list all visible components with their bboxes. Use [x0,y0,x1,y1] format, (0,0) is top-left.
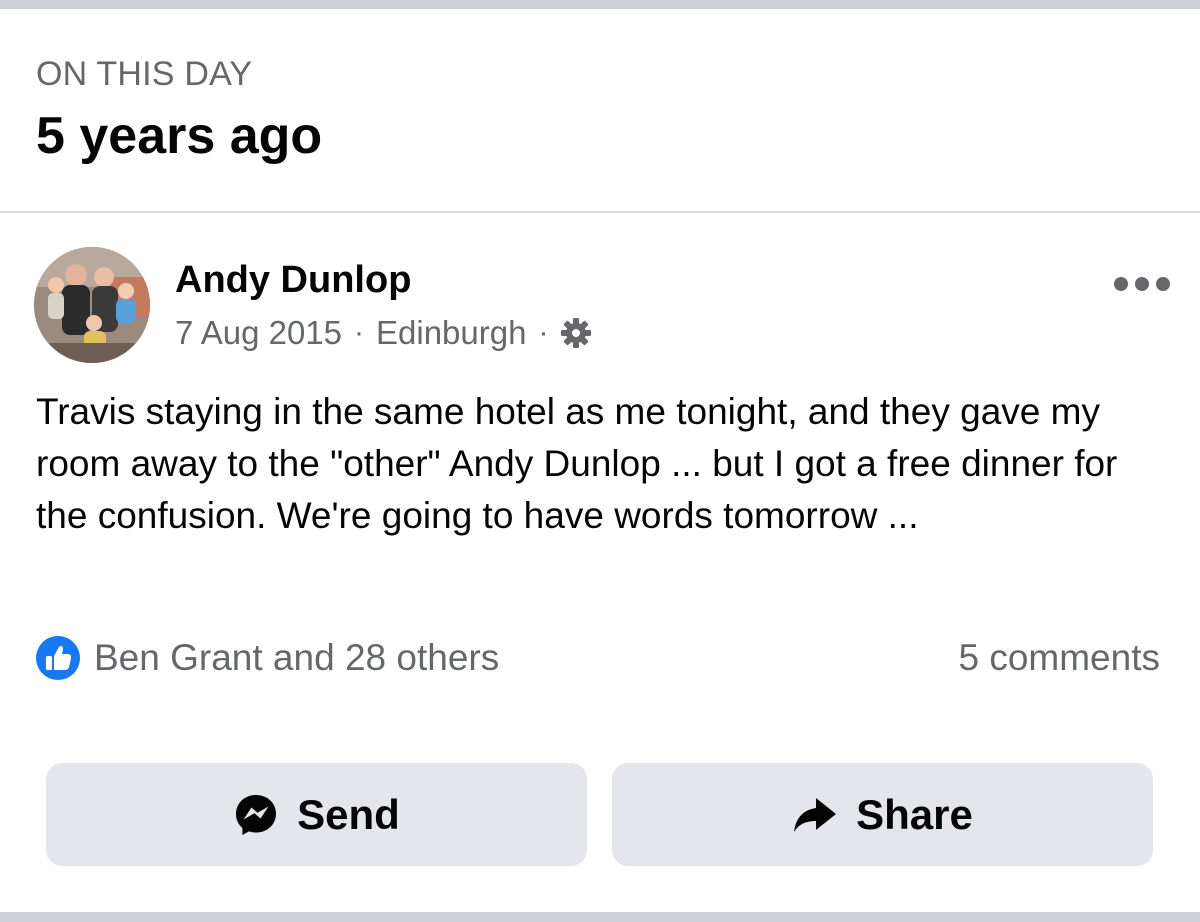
more-options-button[interactable] [1114,272,1170,296]
header-divider [0,211,1200,213]
more-dot [1135,277,1149,291]
share-arrow-icon [792,792,838,838]
bottom-separator-bar [0,912,1200,922]
post-date[interactable]: 7 Aug 2015 [175,314,342,352]
post-location[interactable]: Edinburgh [376,314,526,352]
post-text: Travis staying in the same hotel as me t… [36,391,1118,536]
meta-separator: · [354,316,364,349]
send-label: Send [297,790,400,838]
post-meta: 7 Aug 2015 · Edinburgh · [175,312,592,354]
more-dot [1114,277,1128,291]
comments-count[interactable]: 5 comments [958,634,1160,682]
more-dot [1156,277,1170,291]
avatar[interactable] [34,247,150,363]
reactions-text: Ben Grant and 28 others [94,637,500,678]
share-button[interactable]: Share [612,763,1153,866]
memory-kicker: ON THIS DAY [36,55,253,93]
send-button[interactable]: Send [46,763,587,866]
like-icon [36,636,80,680]
reactions-summary[interactable]: Ben Grant and 28 others [36,634,499,682]
author-name[interactable]: Andy Dunlop [175,258,411,302]
meta-separator: · [538,316,549,349]
top-separator-bar [0,0,1200,9]
memory-title: 5 years ago [36,107,323,165]
messenger-icon [233,792,279,838]
gear-icon[interactable] [560,317,592,349]
share-label: Share [856,790,973,838]
